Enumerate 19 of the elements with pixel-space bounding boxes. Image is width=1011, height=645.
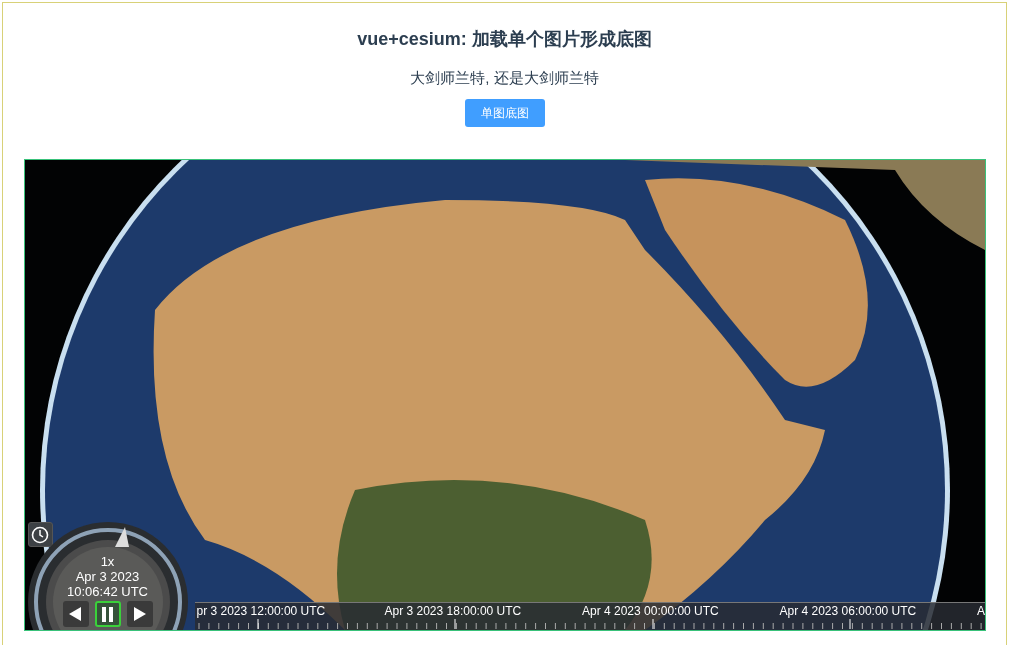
timeline-label: Apr 3 2023 18:00:00 UTC bbox=[384, 604, 522, 618]
pause-icon bbox=[102, 606, 113, 622]
clock-button[interactable] bbox=[27, 522, 53, 547]
timeline-label: Apr 4 2023 00:00:00 UTC bbox=[582, 604, 719, 618]
timeline-bar[interactable]: pr 3 2023 12:00:00 UTC Apr 3 2023 18:00:00 UTC Apr 4 2023 00:00:00 UTC Apr 4 2023 06:00:00 UTC A bbox=[194, 602, 985, 630]
play-reverse-button[interactable] bbox=[62, 601, 89, 627]
subtitle: 大剑师兰特, 还是大剑师兰特 bbox=[410, 68, 599, 88]
clock-icon bbox=[31, 525, 49, 544]
time-text: 10:06:42 UTC bbox=[66, 584, 149, 599]
page-title: vue+cesium: 加载单个图片形成底图 bbox=[357, 28, 652, 51]
date-text: Apr 3 2023 bbox=[74, 569, 141, 584]
timeline-label: Apr 4 2023 06:00:00 UTC bbox=[779, 604, 917, 618]
pause-button[interactable] bbox=[94, 601, 121, 627]
left-triangle-icon bbox=[69, 607, 82, 621]
speed-text: 1x bbox=[99, 554, 116, 569]
timeline-label: A bbox=[977, 604, 985, 618]
right-triangle-icon bbox=[133, 607, 146, 621]
timeline-label: pr 3 2023 12:00:00 UTC bbox=[196, 604, 326, 618]
play-button[interactable] bbox=[126, 601, 153, 627]
